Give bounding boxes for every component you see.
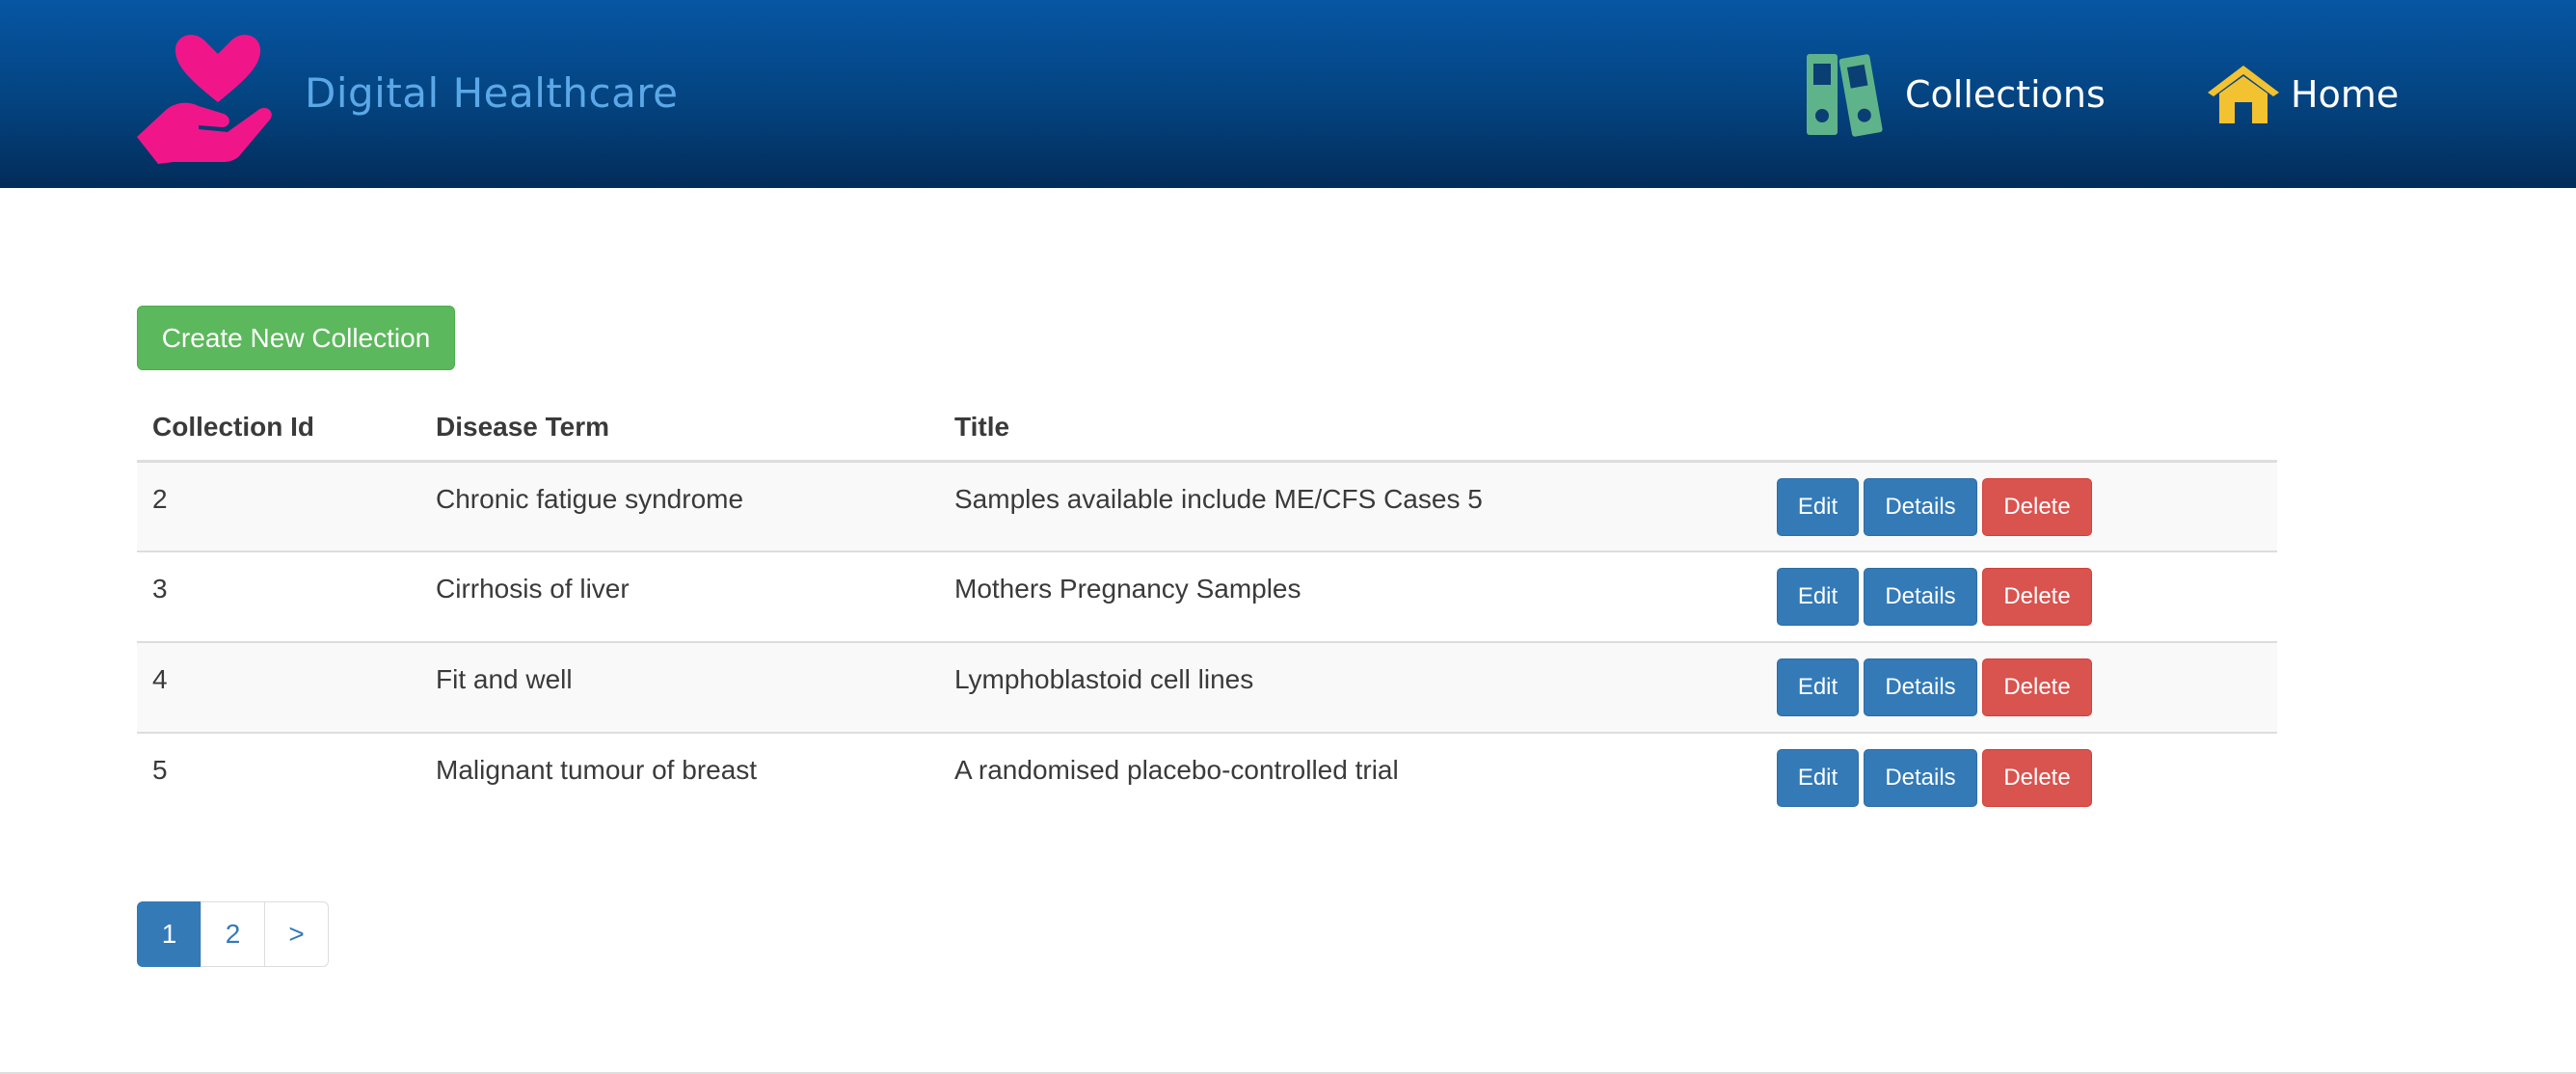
column-header-collection-id: Collection Id [137, 394, 420, 463]
collection-title: Mothers Pregnancy Samples [954, 574, 1301, 604]
next-page-link[interactable]: > [264, 901, 329, 967]
disease-term-cell: Cirrhosis of liver [420, 550, 939, 642]
nav-home-label: Home [2291, 72, 2400, 116]
binders-icon [1807, 53, 1883, 137]
collection-title: A randomised placebo-controlled trial [954, 755, 1399, 785]
pagination: 1 2 > [137, 901, 329, 967]
collection-id-cell: 3 [137, 550, 420, 642]
column-header-disease-term: Disease Term [420, 394, 939, 463]
table-header-row: Collection Id Disease Term Title [137, 394, 2277, 463]
delete-button[interactable]: Delete [1982, 568, 2092, 626]
details-button[interactable]: Details [1864, 749, 1977, 807]
title-cell: A randomised placebo-controlled trial [939, 732, 1761, 823]
nav-collections-link[interactable]: Collections [1805, 48, 2106, 140]
delete-button[interactable]: Delete [1982, 477, 2092, 536]
disease-term: Malignant tumour of breast [436, 755, 758, 785]
actions-cell: Edit Details Delete [1761, 641, 2277, 733]
collection-id: 3 [152, 574, 168, 604]
details-button[interactable]: Details [1864, 477, 1977, 536]
top-navbar: Digital Healthcare Collections Home [0, 0, 2576, 188]
disease-term-cell: Malignant tumour of breast [420, 732, 939, 823]
details-button[interactable]: Details [1864, 658, 1977, 716]
title-cell: Lymphoblastoid cell lines [939, 641, 1761, 733]
collection-title: Samples available include ME/CFS Cases 5 [954, 483, 1483, 514]
title-cell: Mothers Pregnancy Samples [939, 550, 1761, 642]
page-2-link[interactable]: 2 [201, 901, 265, 967]
collections-table: Collection Id Disease Term Title 2 Chron… [137, 394, 2277, 823]
page-1-link[interactable]: 1 [137, 901, 201, 967]
details-button[interactable]: Details [1864, 568, 1977, 626]
collection-id: 5 [152, 755, 168, 785]
table-row: 5 Malignant tumour of breast A randomise… [137, 732, 2277, 823]
collection-id-cell: 4 [137, 641, 420, 733]
delete-button[interactable]: Delete [1982, 749, 2092, 807]
column-header-title: Title [939, 394, 1761, 463]
collection-id-cell: 2 [137, 461, 420, 551]
brand-title: Digital Healthcare [305, 69, 679, 117]
table-row: 2 Chronic fatigue syndrome Samples avail… [137, 461, 2277, 551]
collection-id-cell: 5 [137, 732, 420, 823]
house-icon [2208, 65, 2279, 123]
nav-home-link[interactable]: Home [2206, 48, 2399, 140]
actions-cell: Edit Details Delete [1761, 550, 2277, 642]
disease-term: Chronic fatigue syndrome [436, 483, 744, 514]
edit-button[interactable]: Edit [1777, 568, 1859, 626]
edit-button[interactable]: Edit [1777, 658, 1859, 716]
edit-button[interactable]: Edit [1777, 749, 1859, 807]
column-header-actions [1761, 394, 2277, 463]
disease-term-cell: Chronic fatigue syndrome [420, 461, 939, 551]
heart-in-hand-icon [137, 34, 272, 164]
brand-link[interactable]: Digital Healthcare [135, 23, 679, 164]
actions-cell: Edit Details Delete [1761, 461, 2277, 551]
collection-id: 4 [152, 664, 168, 694]
disease-term: Cirrhosis of liver [436, 574, 630, 604]
collection-id: 2 [152, 483, 168, 514]
table-row: 3 Cirrhosis of liver Mothers Pregnancy S… [137, 550, 2277, 642]
actions-cell: Edit Details Delete [1761, 732, 2277, 823]
title-cell: Samples available include ME/CFS Cases 5 [939, 461, 1761, 551]
create-new-collection-button[interactable]: Create New Collection [137, 306, 455, 370]
collection-title: Lymphoblastoid cell lines [954, 664, 1254, 694]
table-row: 4 Fit and well Lymphoblastoid cell lines… [137, 641, 2277, 733]
disease-term: Fit and well [436, 664, 573, 694]
nav-collections-label: Collections [1905, 72, 2106, 116]
edit-button[interactable]: Edit [1777, 477, 1859, 536]
delete-button[interactable]: Delete [1982, 658, 2092, 716]
disease-term-cell: Fit and well [420, 641, 939, 733]
